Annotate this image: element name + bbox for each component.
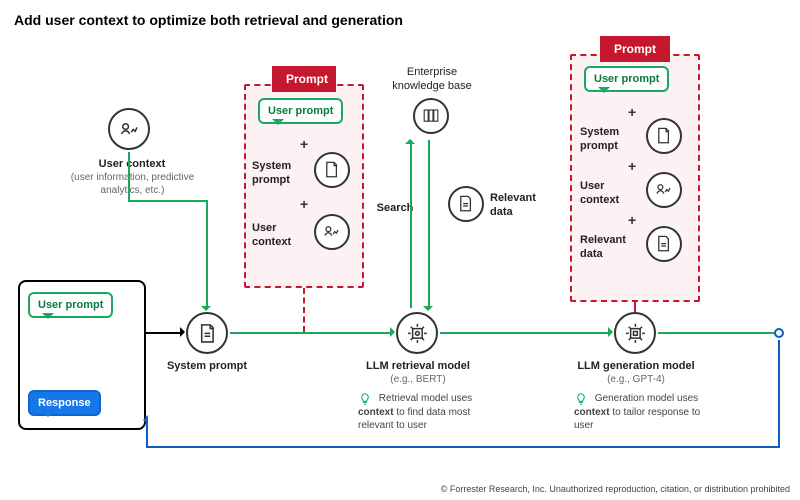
plus-icon: + — [628, 158, 636, 174]
llm-generation-icon — [614, 312, 656, 354]
llm-retrieval-sub: (e.g., BERT) — [354, 374, 482, 387]
arrow — [440, 332, 610, 334]
prompt1-user-bubble: User prompt — [258, 98, 343, 124]
plus-icon: + — [300, 196, 308, 212]
arrow — [128, 200, 206, 202]
system-prompt-label: System prompt — [162, 360, 252, 374]
arrow — [778, 340, 780, 446]
arrow — [206, 200, 208, 308]
arrow-head — [201, 306, 211, 316]
system-prompt-icon — [186, 312, 228, 354]
enterprise-kb-label: Enterprise knowledge base — [384, 66, 480, 94]
prompt1-userctx-label: User context — [252, 222, 308, 250]
arrow-head — [390, 327, 400, 337]
arrow — [658, 332, 776, 334]
arrow — [146, 446, 780, 448]
arrow-head — [608, 327, 618, 337]
plus-icon: + — [628, 212, 636, 228]
response-bubble: Response — [28, 390, 101, 416]
arrow — [428, 140, 430, 308]
connector — [634, 302, 636, 312]
arrow-head — [423, 306, 433, 316]
prompt2-user-bubble: User prompt — [584, 66, 669, 92]
copyright-footer: © Forrester Research, Inc. Unauthorized … — [441, 484, 790, 494]
arrow — [146, 332, 182, 334]
documents-icon — [413, 98, 449, 134]
user-context-label: User context — [72, 158, 192, 172]
llm-generation-sub: (e.g., GPT-4) — [566, 374, 706, 387]
flow-terminal-node — [774, 328, 784, 338]
user-context-icon — [108, 108, 150, 150]
bulb-icon — [358, 392, 372, 406]
llm-generation-label: LLM generation model — [566, 360, 706, 374]
prompt2-relevant-label: Relevant data — [580, 234, 636, 262]
relevant-data-label: Relevant data — [490, 192, 550, 220]
prompt-tag-2: Prompt — [600, 36, 670, 62]
arrow-head — [405, 134, 415, 144]
document-icon — [448, 186, 484, 222]
user-chart-icon — [314, 214, 350, 250]
bulb-icon — [574, 392, 588, 406]
generation-hint: Generation model uses context to tailor … — [574, 392, 714, 432]
prompt-tag-1: Prompt — [272, 66, 336, 92]
prompt2-system-label: System prompt — [580, 126, 636, 154]
retrieval-hint: Retrieval model uses context to find dat… — [358, 392, 498, 432]
user-context-sub: (user information, predictive analytics,… — [60, 172, 205, 197]
search-label: Search — [370, 202, 420, 216]
arrow — [410, 140, 412, 308]
user-chart-icon — [646, 172, 682, 208]
arrow-head — [180, 327, 190, 337]
prompt1-system-label: System prompt — [252, 160, 308, 188]
diagram-title: Add user context to optimize both retrie… — [14, 12, 403, 28]
arrow — [128, 152, 130, 200]
plus-icon: + — [628, 104, 636, 120]
document-icon — [646, 226, 682, 262]
document-icon — [646, 118, 682, 154]
llm-retrieval-icon — [396, 312, 438, 354]
llm-retrieval-label: LLM retrieval model — [354, 360, 482, 374]
connector — [303, 288, 305, 332]
arrow — [230, 332, 392, 334]
document-icon — [314, 152, 350, 188]
arrow-head — [138, 415, 148, 425]
prompt2-userctx-label: User context — [580, 180, 636, 208]
user-prompt-bubble: User prompt — [28, 292, 113, 318]
plus-icon: + — [300, 136, 308, 152]
